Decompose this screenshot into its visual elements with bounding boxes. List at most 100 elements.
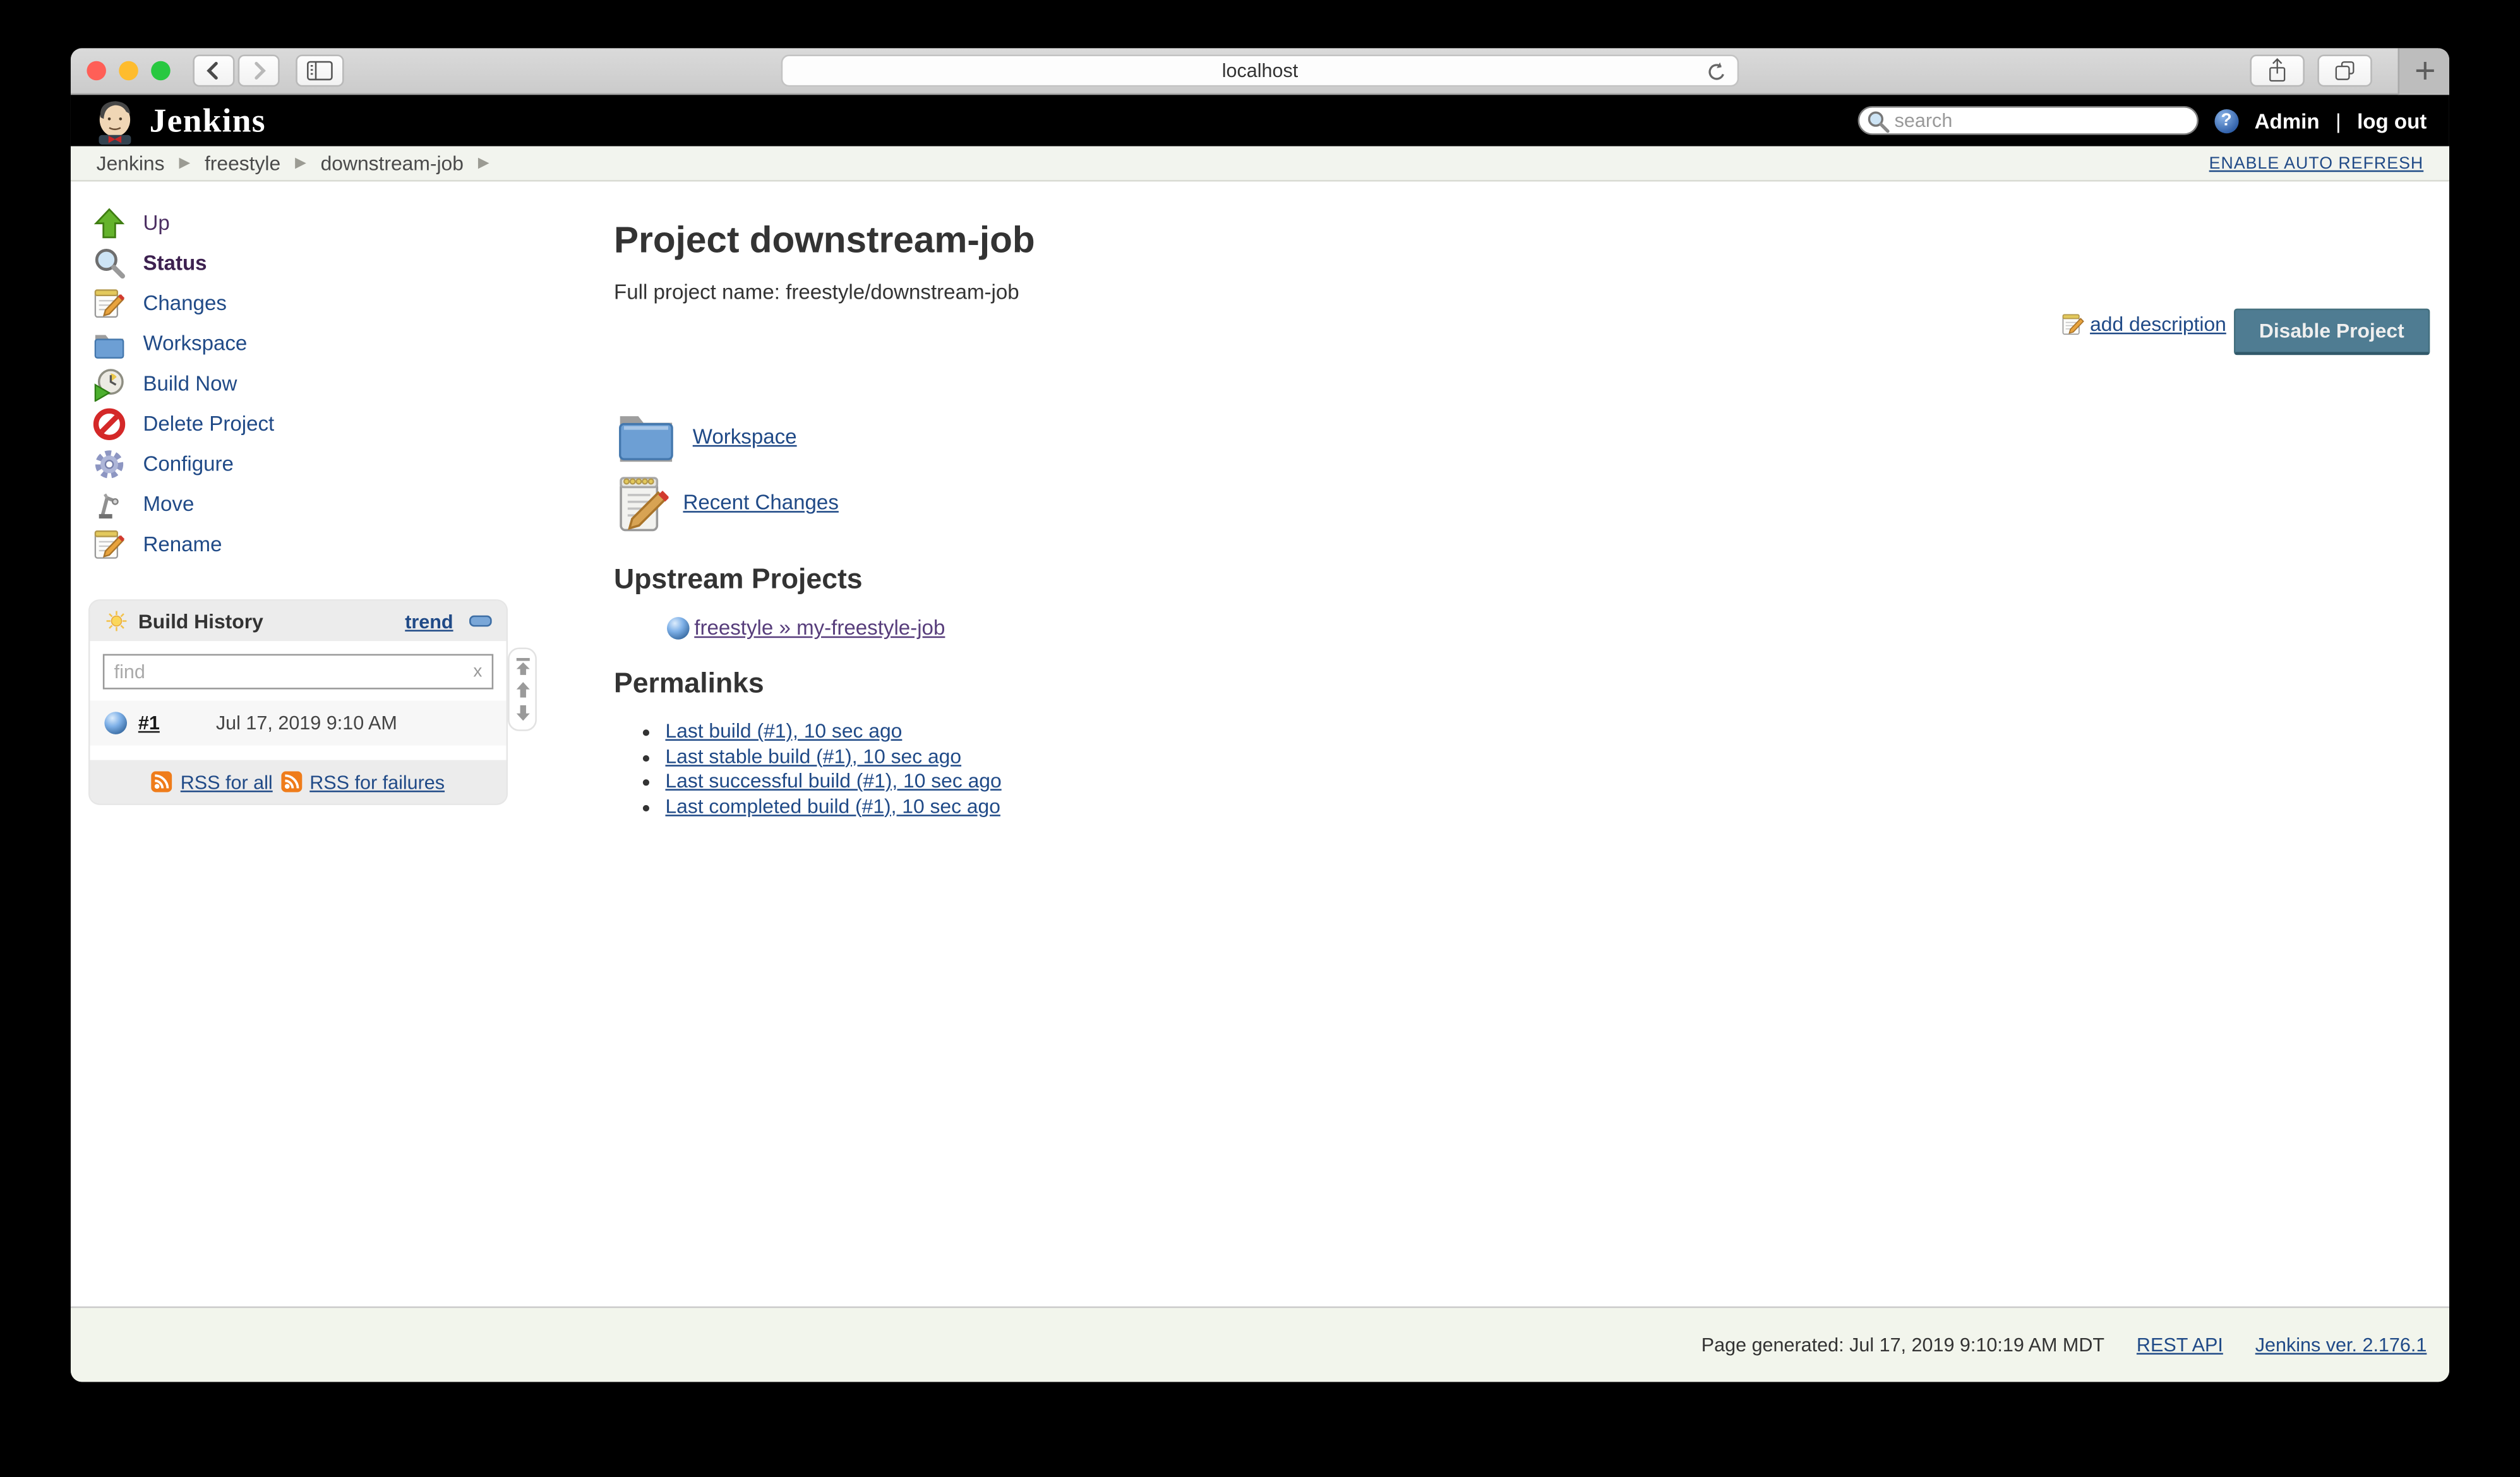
- main-content: Project downstream-job Full project name…: [534, 182, 2449, 1307]
- sidebar-item-label: Workspace: [143, 331, 247, 355]
- fullscreen-button[interactable]: [151, 61, 171, 81]
- trend-link[interactable]: trend: [405, 610, 453, 633]
- rss-for-all-link[interactable]: RSS for all: [181, 770, 273, 793]
- screen: localhost: [0, 0, 2520, 1476]
- share-button[interactable]: [2250, 55, 2305, 87]
- rss-icon: [280, 771, 301, 792]
- sidebar-item-label: Build Now: [143, 371, 237, 395]
- add-description-row: add description: [2061, 312, 2226, 338]
- breadcrumb-item-downstream-job[interactable]: downstream-job: [321, 152, 464, 174]
- build-history-footer: RSS for all RSS for failures: [90, 760, 506, 804]
- trend-sparkline-icon[interactable]: [469, 616, 492, 627]
- breadcrumb-arrow-icon[interactable]: ▶: [478, 154, 489, 172]
- sidebar-toggle-button[interactable]: [296, 55, 344, 87]
- permalink-item: Last successful build (#1), 10 sec ago: [665, 770, 2430, 794]
- notepad-icon: [90, 284, 128, 322]
- logout-link[interactable]: log out: [2357, 109, 2427, 133]
- breadcrumb-arrow-icon[interactable]: ▶: [295, 154, 306, 172]
- scroll-up-button[interactable]: [513, 681, 531, 699]
- page-generated-text: Page generated: Jul 17, 2019 9:10:19 AM …: [1701, 1334, 2104, 1356]
- sidebar-item-label: Status: [143, 251, 207, 275]
- jenkins-logo[interactable]: [93, 97, 137, 145]
- magnifier-icon: [90, 244, 128, 282]
- enable-auto-refresh-link[interactable]: ENABLE AUTO REFRESH: [2209, 153, 2424, 173]
- permalinks-heading: Permalinks: [614, 667, 2430, 700]
- rest-api-link[interactable]: REST API: [2137, 1334, 2223, 1356]
- jenkins-header: Jenkins ? Admin | log out: [71, 95, 2449, 146]
- sidebar-icon: [304, 55, 336, 87]
- sidebar-item-up[interactable]: Up: [90, 203, 533, 243]
- sidebar-item-rename[interactable]: Rename: [90, 524, 533, 565]
- jenkins-version-link[interactable]: Jenkins ver. 2.176.1: [2255, 1334, 2427, 1356]
- share-icon: [2263, 56, 2292, 85]
- sidebar-item-label: Move: [143, 492, 194, 516]
- blue-ball-icon: [104, 712, 127, 734]
- build-history-scroll-widget: [508, 647, 537, 731]
- permalink-item: Last stable build (#1), 10 sec ago: [665, 744, 2430, 769]
- sidebar-item-changes[interactable]: Changes: [90, 283, 533, 323]
- tabs-icon: [2331, 56, 2360, 85]
- user-link[interactable]: Admin: [2255, 109, 2320, 133]
- sidebar-item-label: Delete Project: [143, 411, 274, 435]
- build-history-find-row: x: [90, 641, 506, 700]
- jenkins-butler-icon: [93, 97, 137, 145]
- sidebar-item-label: Rename: [143, 532, 222, 556]
- sidebar-item-move[interactable]: Move: [90, 484, 533, 524]
- sidebar-item-label: Configure: [143, 451, 233, 475]
- forward-button[interactable]: [238, 55, 280, 87]
- last-completed-build-link[interactable]: Last completed build (#1), 10 sec ago: [665, 794, 1000, 817]
- add-description-link[interactable]: add description: [2090, 313, 2226, 336]
- folder-icon: [90, 324, 128, 362]
- back-button[interactable]: [193, 55, 234, 87]
- refresh-icon: [1705, 61, 1728, 84]
- rss-icon: [152, 771, 172, 792]
- browser-window: localhost: [71, 48, 2449, 1382]
- sidebar-item-label: Changes: [143, 291, 226, 315]
- breadcrumb-item-freestyle[interactable]: freestyle: [205, 152, 280, 174]
- notepad-icon: [90, 525, 128, 563]
- sidebar-item-status[interactable]: Status: [90, 242, 533, 283]
- url-bar[interactable]: localhost: [781, 55, 1739, 87]
- sidebar-item-build-now[interactable]: Build Now: [90, 363, 533, 404]
- refresh-button[interactable]: [1705, 61, 1728, 88]
- breadcrumb-arrow-icon[interactable]: ▶: [179, 154, 190, 172]
- sidebar-item-configure[interactable]: Configure: [90, 443, 533, 484]
- last-build-link[interactable]: Last build (#1), 10 sec ago: [665, 720, 902, 743]
- search-icon: [1866, 109, 1890, 133]
- clear-filter-button[interactable]: x: [473, 662, 482, 681]
- sun-icon: [104, 609, 128, 633]
- upstream-project-row: freestyle » my-freestyle-job: [667, 616, 2430, 640]
- scroll-to-top-button[interactable]: [513, 657, 531, 677]
- rss-for-failures-link[interactable]: RSS for failures: [309, 770, 445, 793]
- tabs-overview-button[interactable]: [2317, 55, 2372, 87]
- search-input[interactable]: [1857, 106, 2198, 135]
- sidebar-item-delete-project[interactable]: Delete Project: [90, 404, 533, 444]
- disable-project-button[interactable]: Disable Project: [2233, 309, 2430, 356]
- crane-icon: [90, 484, 128, 523]
- chevron-right-icon: [248, 59, 270, 82]
- app-title[interactable]: Jenkins: [150, 100, 266, 141]
- minimize-button[interactable]: [119, 61, 138, 81]
- build-history-header: Build History trend: [90, 601, 506, 642]
- scroll-down-button[interactable]: [513, 704, 531, 722]
- build-row[interactable]: #1 Jul 17, 2019 9:10 AM: [90, 700, 506, 745]
- breadcrumb-item-jenkins[interactable]: Jenkins: [97, 152, 165, 174]
- last-stable-build-link[interactable]: Last stable build (#1), 10 sec ago: [665, 744, 961, 767]
- header-separator: |: [2336, 109, 2341, 133]
- help-icon[interactable]: ?: [2214, 109, 2238, 133]
- close-button[interactable]: [87, 61, 106, 81]
- upstream-project-link[interactable]: freestyle » my-freestyle-job: [694, 616, 945, 640]
- sidebar-item-label: Up: [143, 210, 169, 234]
- permalinks-list: Last build (#1), 10 sec ago Last stable …: [614, 720, 2430, 820]
- recent-changes-link[interactable]: Recent Changes: [683, 490, 838, 514]
- build-number-link[interactable]: #1: [138, 712, 160, 734]
- build-filter-input[interactable]: [103, 654, 493, 690]
- new-tab-button[interactable]: [2398, 48, 2449, 94]
- workspace-link[interactable]: Workspace: [693, 424, 797, 448]
- browser-toolbar: localhost: [71, 48, 2449, 95]
- edit-description-icon: [2061, 312, 2087, 338]
- up-arrow-icon: [90, 203, 128, 242]
- module-links: Workspace Recent Changes: [614, 404, 2430, 535]
- sidebar-item-workspace[interactable]: Workspace: [90, 323, 533, 363]
- last-successful-build-link[interactable]: Last successful build (#1), 10 sec ago: [665, 770, 1001, 792]
